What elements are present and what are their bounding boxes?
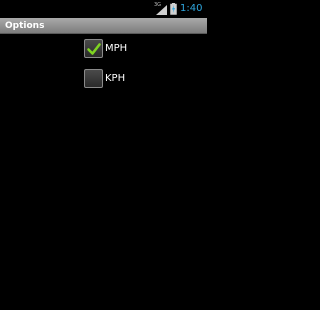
signal-strength-icon: [156, 5, 167, 15]
title-bar: Options: [0, 18, 207, 34]
app-screen: 3G 1:40 Options MPH KPH: [0, 0, 207, 310]
status-bar: 3G 1:40: [0, 0, 207, 18]
mph-label: MPH: [105, 43, 128, 54]
status-clock: 1:40: [180, 3, 203, 14]
mph-checkbox[interactable]: [84, 39, 103, 58]
battery-charging-icon: [170, 3, 177, 15]
checkmark-icon: [87, 43, 101, 55]
kph-label: KPH: [105, 73, 126, 84]
kph-checkbox[interactable]: [84, 69, 103, 88]
page-title: Options: [5, 21, 45, 31]
